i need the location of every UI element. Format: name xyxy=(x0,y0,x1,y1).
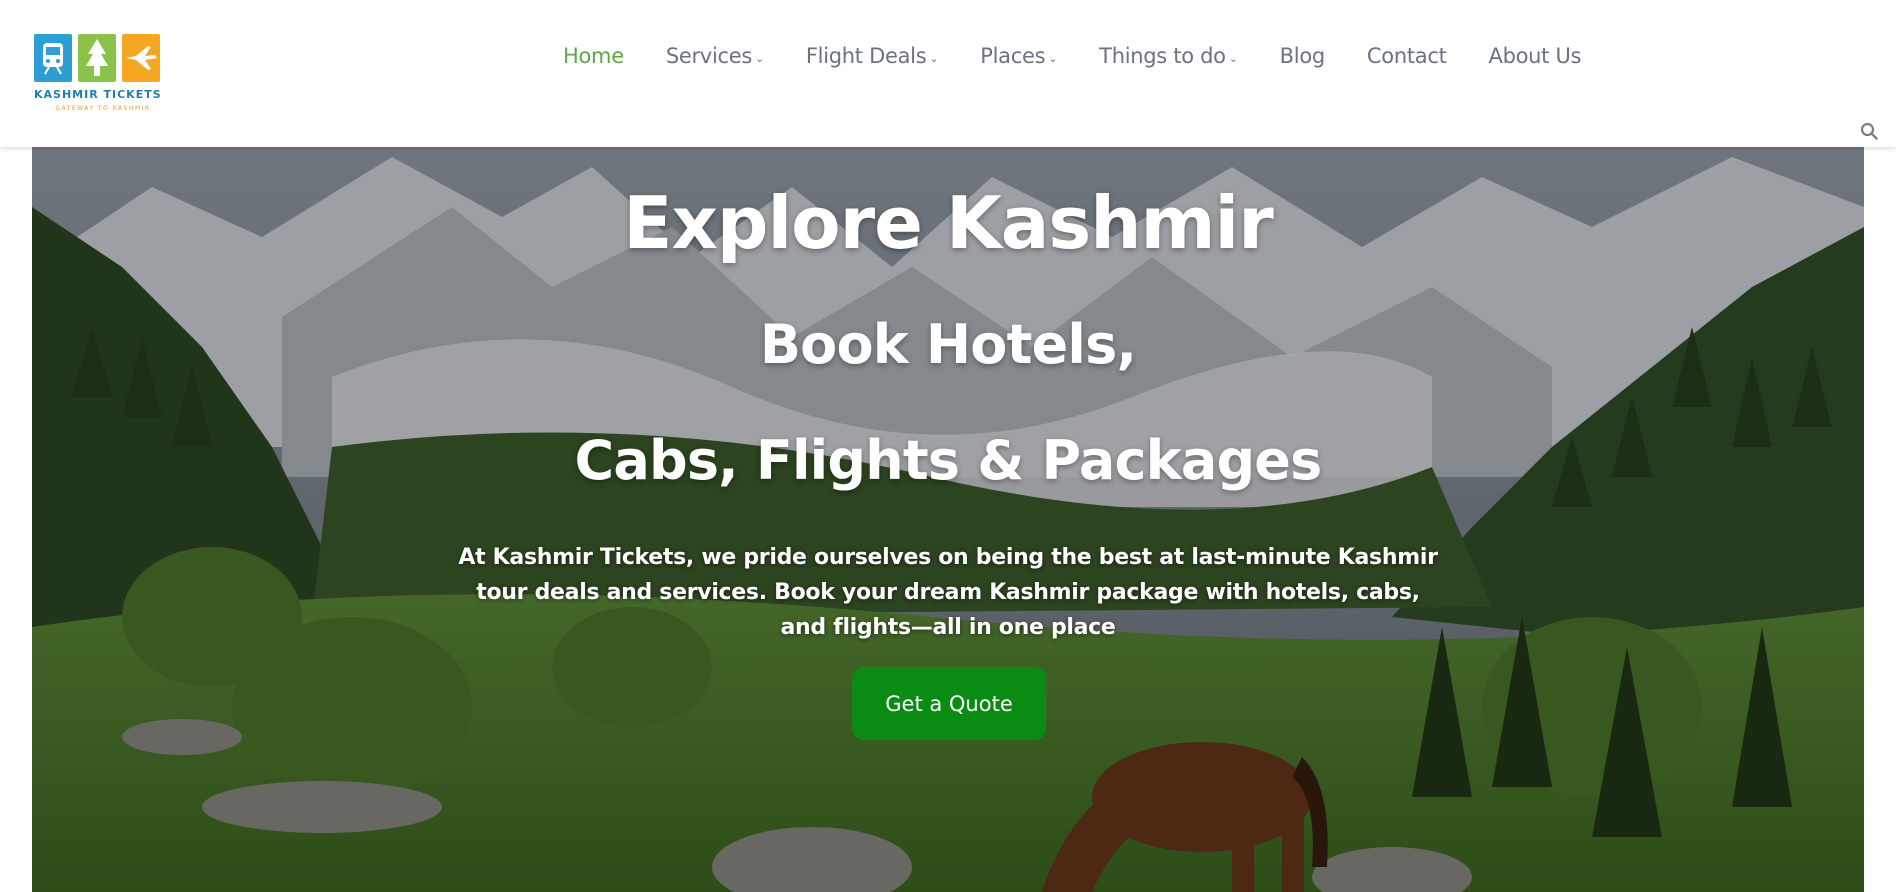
logo-tagline: GATEWAY TO KASHMIR xyxy=(55,105,151,112)
hero-subtitle-line2: Cabs, Flights & Packages xyxy=(574,429,1323,492)
hero-description: At Kashmir Tickets, we pride ourselves o… xyxy=(458,545,1438,640)
nav-home[interactable]: Home xyxy=(563,44,624,68)
chevron-down-icon: ⌄ xyxy=(1228,52,1238,65)
nav-services[interactable]: Services ⌄ xyxy=(666,44,764,68)
nav-blog-label: Blog xyxy=(1279,44,1326,68)
nav-things-to-do[interactable]: Things to do ⌄ xyxy=(1099,44,1238,68)
logo-mark xyxy=(34,34,172,82)
chevron-down-icon: ⌄ xyxy=(929,52,939,65)
hero-banner: Explore Kashmir Book Hotels, Cabs, Fligh… xyxy=(32,147,1864,892)
get-quote-button[interactable]: Get a Quote xyxy=(852,667,1046,740)
search-icon[interactable] xyxy=(1860,122,1878,140)
tree-icon xyxy=(78,34,116,82)
hero-title: Explore Kashmir xyxy=(623,181,1273,265)
chevron-down-icon: ⌄ xyxy=(754,52,764,65)
plane-icon xyxy=(122,34,160,82)
nav-services-label: Services xyxy=(665,44,752,68)
main-nav: Home Services ⌄ Flight Deals ⌄ Places ⌄ … xyxy=(563,44,1582,68)
nav-home-label: Home xyxy=(563,44,624,68)
nav-places-label: Places xyxy=(980,44,1046,68)
nav-about-us-label: About Us xyxy=(1488,44,1582,68)
train-icon xyxy=(34,34,72,82)
chevron-down-icon: ⌄ xyxy=(1048,52,1058,65)
nav-flight-deals[interactable]: Flight Deals ⌄ xyxy=(805,44,939,68)
nav-things-to-do-label: Things to do xyxy=(1099,44,1226,68)
nav-flight-deals-label: Flight Deals xyxy=(805,44,927,68)
logo-wordmark: KASHMIR TICKETS xyxy=(34,88,162,101)
nav-about-us[interactable]: About Us xyxy=(1489,44,1582,68)
nav-places[interactable]: Places ⌄ xyxy=(980,44,1057,68)
nav-contact[interactable]: Contact xyxy=(1367,44,1447,68)
nav-contact-label: Contact xyxy=(1366,44,1447,68)
nav-blog[interactable]: Blog xyxy=(1279,44,1326,68)
hero-subtitle-line1: Book Hotels, xyxy=(759,313,1137,376)
site-header: KASHMIR TICKETS GATEWAY TO KASHMIR Home … xyxy=(0,0,1896,147)
site-logo[interactable]: KASHMIR TICKETS GATEWAY TO KASHMIR xyxy=(34,34,172,116)
